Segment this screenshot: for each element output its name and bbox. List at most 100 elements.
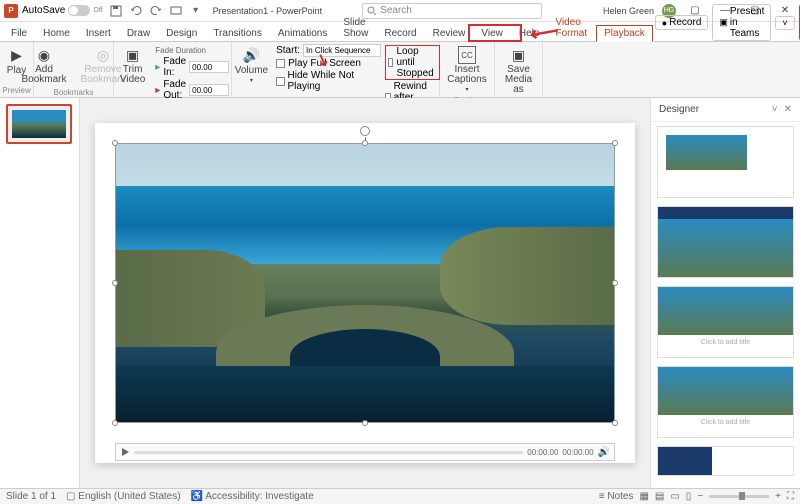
bookmark-remove-icon: ◎ xyxy=(94,46,112,64)
zoom-out-button[interactable]: − xyxy=(697,491,703,502)
resize-handle[interactable] xyxy=(612,280,618,286)
video-time-total: 00:00.00 xyxy=(562,448,593,457)
ribbon-tabs: File Home Insert Draw Design Transitions… xyxy=(0,22,800,42)
view-reading-icon[interactable]: ▭ xyxy=(670,491,679,502)
zoom-slider[interactable] xyxy=(709,495,769,498)
resize-handle[interactable] xyxy=(612,140,618,146)
view-sorter-icon[interactable]: ▤ xyxy=(655,491,664,502)
hide-not-playing-checkbox[interactable]: Hide While Not Playing xyxy=(276,70,381,92)
designer-expand-icon[interactable]: ˅ xyxy=(772,104,778,115)
fade-in-input[interactable] xyxy=(189,61,229,73)
video-play-button[interactable] xyxy=(120,447,130,457)
tab-home[interactable]: Home xyxy=(36,26,77,41)
slide: 00:00.00 00:00.00 🔊 xyxy=(95,123,635,463)
resize-handle[interactable] xyxy=(112,280,118,286)
captions-icon: CC xyxy=(458,46,476,64)
start-select[interactable] xyxy=(303,44,381,57)
qat-dropdown-icon[interactable]: ▾ xyxy=(189,4,203,18)
design-option-1[interactable] xyxy=(657,126,794,198)
video-time-current: 00:00.00 xyxy=(527,448,558,457)
designer-close-icon[interactable]: ✕ xyxy=(784,104,792,115)
accessibility-status[interactable]: ♿ Accessibility: Investigate xyxy=(191,491,314,502)
start-label: Start: xyxy=(276,45,300,56)
quick-access-toolbar: ▾ xyxy=(109,4,203,18)
search-input[interactable]: Search xyxy=(362,3,542,19)
slide-thumbnail-panel[interactable] xyxy=(0,98,80,488)
design-option-5[interactable] xyxy=(657,446,794,476)
checkbox-icon xyxy=(388,58,393,67)
record-button[interactable]: ● Record xyxy=(655,15,709,30)
video-controls: 00:00.00 00:00.00 🔊 xyxy=(115,443,615,461)
fade-in-icon: ▸ xyxy=(155,62,160,73)
autosave-state: Off xyxy=(93,7,102,14)
resize-handle[interactable] xyxy=(362,140,368,146)
slide-counter[interactable]: Slide 1 of 1 xyxy=(6,491,56,502)
resize-handle[interactable] xyxy=(112,140,118,146)
rotate-handle[interactable] xyxy=(360,126,370,136)
fit-to-window-icon[interactable]: ⛶ xyxy=(787,491,794,502)
designer-panel: Designer ˅ ✕ Click to add title Click to … xyxy=(650,98,800,488)
resize-handle[interactable] xyxy=(362,420,368,426)
tab-insert[interactable]: Insert xyxy=(79,26,118,41)
document-title: Presentation1 - PowerPoint xyxy=(213,6,323,16)
checkbox-icon xyxy=(276,77,284,86)
resize-handle[interactable] xyxy=(612,420,618,426)
tab-transitions[interactable]: Transitions xyxy=(206,26,269,41)
tab-review[interactable]: Review xyxy=(426,26,473,41)
notes-button[interactable]: ≡ Notes xyxy=(599,491,634,502)
undo-icon[interactable] xyxy=(129,4,143,18)
present-teams-button[interactable]: ▣ Present in Teams xyxy=(712,4,771,41)
tab-file[interactable]: File xyxy=(4,26,34,41)
design-option-4[interactable]: Click to add title xyxy=(657,366,794,438)
design-option-3[interactable]: Click to add title xyxy=(657,286,794,358)
tab-draw[interactable]: Draw xyxy=(120,26,157,41)
trim-video-button[interactable]: ▣Trim Video xyxy=(116,44,149,87)
tab-view[interactable]: View xyxy=(474,26,510,41)
tab-help[interactable]: Help xyxy=(512,26,547,41)
zoom-in-button[interactable]: + xyxy=(775,491,781,502)
add-bookmark-button[interactable]: ◉Add Bookmark xyxy=(17,44,70,87)
designer-title: Designer xyxy=(659,104,699,115)
autosave-label: AutoSave xyxy=(22,5,65,16)
design-option-2[interactable] xyxy=(657,206,794,278)
ribbon-collapse-icon[interactable]: ˅ xyxy=(775,16,794,30)
slide-thumbnail-1[interactable] xyxy=(6,104,72,144)
group-bookmarks: Bookmarks xyxy=(53,87,93,97)
search-placeholder: Search xyxy=(380,5,412,16)
checkbox-icon xyxy=(276,59,285,68)
video-object[interactable] xyxy=(115,143,615,423)
fade-out-icon: ▸ xyxy=(155,85,160,96)
start-from-beginning-icon[interactable] xyxy=(169,4,183,18)
tab-animations[interactable]: Animations xyxy=(271,26,334,41)
view-slideshow-icon[interactable]: ▯ xyxy=(686,491,692,502)
tab-design[interactable]: Design xyxy=(159,26,204,41)
fade-out-input[interactable] xyxy=(189,84,229,96)
tab-record[interactable]: Record xyxy=(377,26,423,41)
save-media-button[interactable]: ▣Save Media as xyxy=(499,44,538,97)
fade-duration-label: Fade Duration xyxy=(155,46,229,55)
toggle-icon[interactable] xyxy=(68,5,90,16)
volume-button[interactable]: 🔊Volume▾ xyxy=(231,44,272,86)
save-media-icon: ▣ xyxy=(510,46,528,64)
slide-canvas[interactable]: 00:00.00 00:00.00 🔊 xyxy=(80,98,650,488)
ribbon: ▶ Play Preview ◉Add Bookmark ◎Remove Boo… xyxy=(0,42,800,98)
workspace: 00:00.00 00:00.00 🔊 Designer ˅ ✕ Click to… xyxy=(0,98,800,488)
language-status[interactable]: ▢ English (United States) xyxy=(66,491,181,502)
insert-captions-button[interactable]: CCInsert Captions▾ xyxy=(443,44,490,95)
volume-icon: 🔊 xyxy=(242,46,260,64)
autosave-toggle[interactable]: AutoSave Off xyxy=(22,5,103,16)
loop-until-stopped-checkbox[interactable]: Loop until Stopped xyxy=(385,45,440,80)
save-icon[interactable] xyxy=(109,4,123,18)
resize-handle[interactable] xyxy=(112,420,118,426)
video-progress-track[interactable] xyxy=(134,451,523,454)
powerpoint-icon: P xyxy=(4,4,18,18)
user-name[interactable]: Helen Green xyxy=(603,6,654,16)
search-icon xyxy=(367,6,377,16)
redo-icon[interactable] xyxy=(149,4,163,18)
play-full-screen-checkbox[interactable]: Play Full Screen xyxy=(276,58,381,69)
tab-slideshow[interactable]: Slide Show xyxy=(336,15,375,41)
tab-playback[interactable]: Playback xyxy=(596,25,653,42)
tab-video-format[interactable]: Video Format xyxy=(548,15,594,41)
video-volume-icon[interactable]: 🔊 xyxy=(598,447,610,458)
view-normal-icon[interactable]: ▦ xyxy=(639,491,648,502)
